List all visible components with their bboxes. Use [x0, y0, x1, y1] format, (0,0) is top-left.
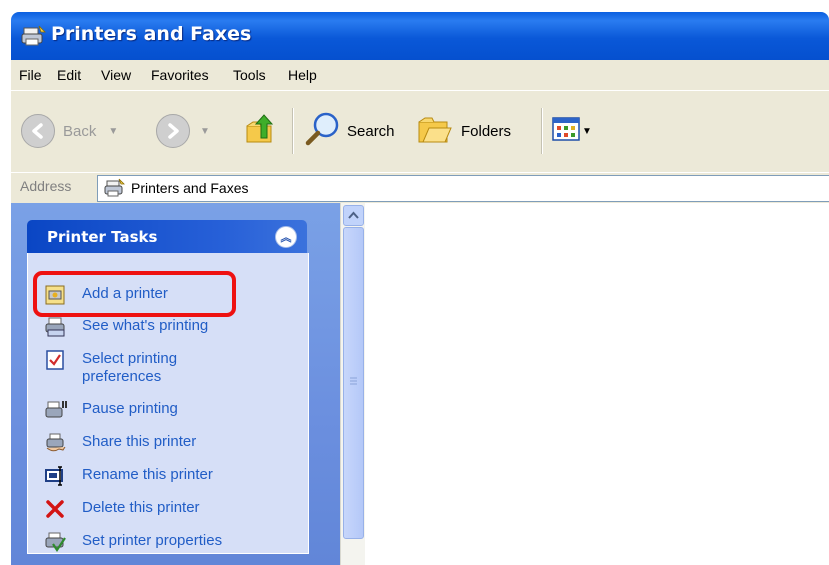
window-title: Printers and Faxes [51, 23, 252, 45]
task-select-preferences[interactable]: Select printing preferences [45, 350, 177, 386]
back-label: Back [63, 122, 97, 140]
task-label: See what's printing [82, 317, 209, 334]
toolbar: Back ▼ ▼ Search Folders ▼ [11, 91, 829, 181]
address-label: Address [20, 178, 72, 194]
menu-favorites[interactable]: Favorites [151, 67, 209, 83]
title-bar[interactable]: Printers and Faxes [11, 12, 829, 60]
address-field[interactable]: Printers and Faxes [97, 175, 829, 202]
up-folder-icon [243, 112, 277, 150]
folders-button[interactable]: Folders [417, 113, 511, 149]
views-icon [552, 116, 580, 146]
forward-arrow-icon [156, 114, 190, 148]
menu-file[interactable]: File [19, 67, 42, 83]
task-label: Set printer properties [82, 532, 223, 549]
views-dropdown-icon[interactable]: ▼ [582, 126, 592, 137]
folders-icon [417, 112, 453, 150]
up-button[interactable] [243, 113, 277, 149]
task-label: Select printing preferences [82, 350, 177, 386]
back-dropdown-icon[interactable]: ▼ [108, 126, 118, 137]
task-see-printing[interactable]: See what's printing [45, 317, 208, 337]
task-pause-printing[interactable]: Pause printing [45, 400, 178, 420]
task-delete-printer[interactable]: Delete this printer [45, 499, 200, 519]
menu-bar: File Edit View Favorites Tools Help [11, 60, 829, 91]
menu-view[interactable]: View [101, 67, 131, 83]
folders-label: Folders [461, 122, 512, 140]
preferences-check-icon [45, 350, 67, 370]
menu-tools[interactable]: Tools [233, 67, 266, 83]
back-button[interactable]: Back ▼ [21, 113, 118, 149]
task-label: Rename this printer [82, 466, 213, 483]
standard-buttons-row: Back ▼ ▼ Search Folders ▼ [11, 91, 829, 177]
search-icon [304, 111, 342, 151]
menu-edit[interactable]: Edit [57, 67, 81, 83]
address-bar: Address Printers and Faxes [11, 172, 829, 204]
printer-tasks-header[interactable]: Printer Tasks ︽ [27, 220, 307, 253]
printer-tasks-title: Printer Tasks [47, 228, 158, 246]
task-label-line1: Select printing [82, 350, 178, 367]
share-printer-icon [45, 433, 67, 453]
collapse-chevron-icon[interactable]: ︽ [275, 226, 297, 248]
search-label: Search [347, 122, 395, 140]
scroll-up-button[interactable] [343, 205, 364, 226]
toolbar-separator [541, 108, 543, 154]
task-printer-properties[interactable]: Set printer properties [45, 532, 222, 552]
task-share-printer[interactable]: Share this printer [45, 433, 196, 453]
pause-printer-icon [45, 400, 67, 420]
menu-help[interactable]: Help [288, 67, 317, 83]
printer-fax-icon [21, 24, 47, 48]
content-area[interactable] [365, 203, 829, 565]
task-label: Pause printing [82, 400, 178, 417]
task-pane-scrollbar[interactable] [340, 203, 365, 565]
printer-fax-icon [104, 178, 126, 202]
printer-queue-icon [45, 317, 67, 337]
delete-x-icon [45, 499, 67, 519]
views-button[interactable]: ▼ [552, 113, 592, 149]
forward-dropdown-icon[interactable]: ▼ [200, 126, 210, 137]
toolbar-separator [292, 108, 294, 154]
back-arrow-icon [21, 114, 55, 148]
task-label: Delete this printer [82, 499, 200, 516]
scroll-thumb[interactable] [343, 227, 364, 539]
task-rename-printer[interactable]: Rename this printer [45, 466, 213, 486]
search-button[interactable]: Search [304, 111, 395, 151]
forward-button[interactable]: ▼ [156, 113, 210, 149]
task-label: Share this printer [82, 433, 197, 450]
add-printer-highlight [33, 271, 236, 317]
printer-properties-icon [45, 532, 67, 552]
address-value: Printers and Faxes [131, 180, 249, 196]
task-label-line2: preferences [82, 368, 162, 385]
rename-icon [45, 466, 67, 486]
